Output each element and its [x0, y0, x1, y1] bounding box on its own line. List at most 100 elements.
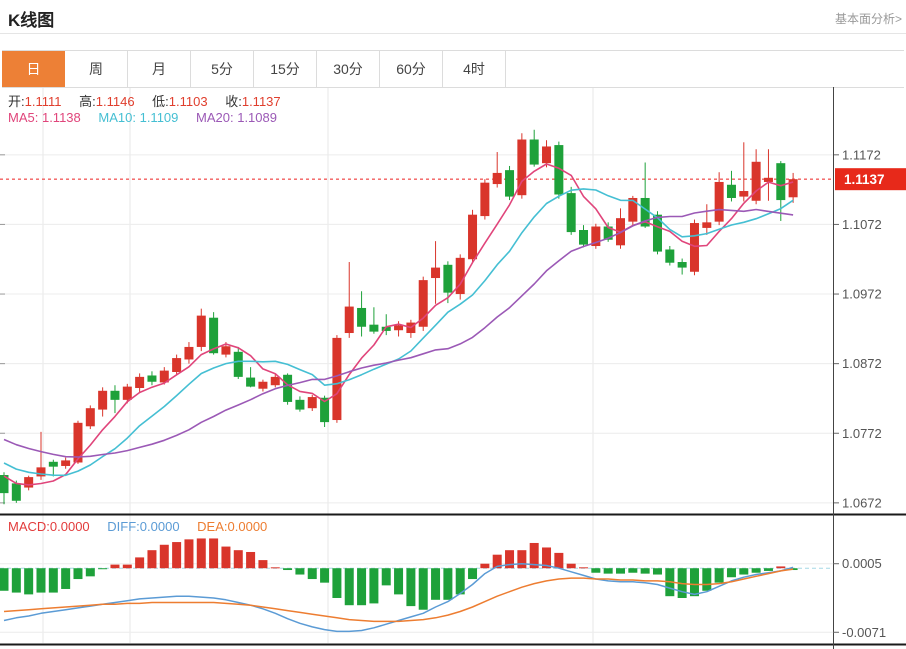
candle-body — [480, 183, 489, 216]
dea-value-label: DEA:0.0000 — [197, 519, 267, 534]
ma5-line — [4, 164, 793, 485]
macd-bar — [308, 568, 317, 579]
candle-body — [357, 308, 366, 327]
macd-info: MACD:0.0000 DIFF:0.0000 DEA:0.0000 — [8, 519, 267, 534]
candle-body — [702, 222, 711, 228]
kline-widget: K线图 基本面分析> 日周月5分15分30分60分4时 1.11721.1072… — [0, 0, 906, 649]
candle-body — [271, 377, 280, 385]
candle-body — [665, 249, 674, 262]
macd-bar — [73, 568, 82, 579]
candle-body — [98, 391, 107, 410]
macd-bar — [221, 547, 230, 569]
macd-bar — [234, 550, 243, 568]
macd-bar — [24, 568, 33, 594]
macd-bar — [135, 557, 144, 568]
ma20-label: MA20: 1.1089 — [196, 110, 277, 125]
candle-body — [505, 170, 514, 196]
candle-body — [542, 146, 551, 163]
candle-body — [394, 325, 403, 330]
high-value: 1.1146 — [96, 94, 135, 109]
macd-bar — [160, 545, 169, 568]
candle-body — [727, 185, 736, 198]
macd-bar — [123, 565, 132, 569]
candle-body — [678, 262, 687, 268]
ma5-label: MA5: 1.1138 — [8, 110, 81, 125]
macd-bar — [715, 568, 724, 582]
macd-bar — [394, 568, 403, 594]
ohlc-info: 开:1.1111 高:1.1146 低:1.1103 收:1.1137 — [8, 91, 281, 110]
macd-bar — [369, 568, 378, 603]
candle-body — [184, 347, 193, 360]
candle-body — [246, 378, 255, 387]
candle-body — [739, 191, 748, 197]
macd-bar — [653, 568, 662, 574]
candle-body — [308, 397, 317, 408]
macd-bar — [752, 568, 761, 573]
macd-bar — [98, 568, 107, 569]
macd-bar — [776, 566, 785, 568]
low-label: 低: — [152, 94, 169, 109]
candle-body — [197, 316, 206, 347]
macd-bar — [12, 568, 21, 592]
macd-bar — [739, 568, 748, 574]
candle-body — [49, 462, 58, 467]
macd-tick-label: 0.0005 — [842, 556, 882, 571]
candle-body — [789, 179, 798, 197]
macd-bar — [332, 568, 341, 598]
candle-body — [443, 265, 452, 293]
candle-body — [234, 352, 243, 377]
macd-bar — [320, 568, 329, 582]
diff-value-label: DIFF:0.0000 — [107, 519, 179, 534]
macd-bar — [419, 568, 428, 609]
candle-body — [295, 400, 304, 410]
candle-body — [147, 375, 156, 381]
candles-group — [0, 130, 798, 504]
candle-body — [110, 391, 119, 400]
close-label: 收: — [225, 94, 242, 109]
current-price-badge: 1.1137 — [835, 168, 906, 190]
candle-body — [86, 408, 95, 426]
macd-bar — [443, 568, 452, 600]
high-label: 高: — [79, 94, 96, 109]
candle-body — [369, 325, 378, 332]
macd-bar — [628, 568, 637, 573]
macd-bar — [283, 568, 292, 570]
candle-body — [123, 387, 132, 400]
macd-bar — [147, 550, 156, 568]
candle-body — [530, 140, 539, 165]
price-axis-labels: 1.11721.10721.09721.08721.07721.0672 — [833, 147, 882, 510]
candle-body — [493, 173, 502, 184]
candle-body — [628, 198, 637, 222]
macd-bar — [406, 568, 415, 606]
macd-bar — [61, 568, 70, 589]
price-tick-label: 1.1172 — [842, 147, 881, 162]
macd-bar — [554, 553, 563, 568]
close-value: 1.1137 — [242, 94, 281, 109]
candle-body — [567, 193, 576, 232]
macd-bar — [295, 568, 304, 574]
open-label: 开: — [8, 94, 25, 109]
macd-bar — [49, 568, 58, 592]
macd-bar — [517, 550, 526, 568]
macd-bar — [591, 568, 600, 573]
price-tick-label: 1.1072 — [842, 217, 882, 232]
candle-body — [468, 215, 477, 260]
candle-body — [135, 377, 144, 388]
candle-body — [258, 382, 267, 389]
macd-bar — [764, 568, 773, 571]
price-tick-label: 1.0872 — [842, 356, 882, 371]
macd-bar — [246, 552, 255, 568]
macd-bar — [271, 567, 280, 568]
macd-bar — [727, 568, 736, 577]
macd-bar — [616, 568, 625, 573]
macd-bar — [357, 568, 366, 605]
candle-body — [24, 477, 33, 487]
macd-tick-label: -0.0071 — [842, 625, 886, 640]
candle-body — [332, 338, 341, 420]
macd-bar — [468, 568, 477, 579]
macd-bar — [184, 539, 193, 568]
macd-bar — [604, 568, 613, 573]
price-tick-label: 1.0972 — [842, 287, 882, 302]
macd-bar — [641, 568, 650, 573]
macd-bar — [0, 568, 9, 591]
